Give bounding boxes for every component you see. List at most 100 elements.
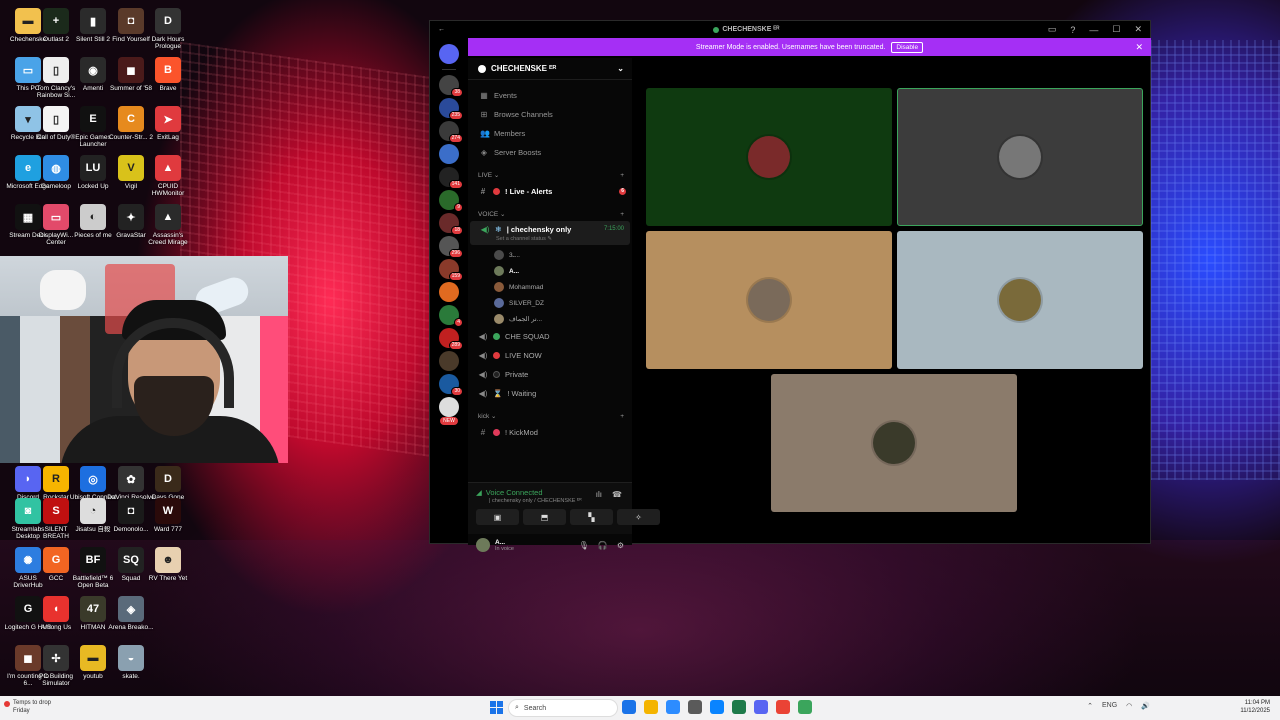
inbox-icon[interactable]: ▭ (1048, 24, 1057, 35)
headphones-icon[interactable]: 🎧 (598, 541, 608, 550)
camera-button[interactable]: ▣ (476, 509, 519, 525)
voice-member[interactable]: Mohammad (468, 279, 632, 295)
clock[interactable]: 11:04 PM 11/12/2025 (1240, 699, 1270, 715)
server-icon[interactable]: 30 (439, 374, 463, 396)
disconnect-icon[interactable]: ☎ (612, 490, 622, 499)
server-icon[interactable] (439, 282, 459, 302)
soundboard-button[interactable]: ✧ (617, 509, 660, 525)
menu-server-boosts[interactable]: ◈ Server Boosts (468, 143, 632, 162)
server-icon[interactable]: 289 (439, 328, 463, 350)
disable-streamer-mode-button[interactable]: Disable (891, 41, 924, 53)
participant-avatar (748, 136, 790, 178)
server-icon[interactable]: 38 (439, 75, 463, 97)
category-kick[interactable]: kick ⌄ + (468, 409, 632, 423)
menu-browse-channels[interactable]: ⊞ Browse Channels (468, 105, 632, 124)
server-icon[interactable]: 18 (439, 213, 463, 235)
desktop-icon[interactable]: W Ward 777 (144, 494, 192, 542)
close-button[interactable]: ✕ (1134, 24, 1142, 35)
voice-member[interactable]: ـ3... (468, 247, 632, 263)
server-icon[interactable] (439, 351, 459, 371)
taskbar-app-icon[interactable] (754, 700, 768, 714)
minimize-button[interactable]: — (1089, 25, 1098, 35)
voice-channel[interactable]: ◀) ⌛ ! Waiting (468, 384, 632, 403)
desktop-icon[interactable]: ☻ RV There Yet (144, 543, 192, 591)
start-button[interactable] (490, 701, 503, 714)
add-channel-icon[interactable]: + (620, 172, 624, 179)
channel-live-alerts[interactable]: # ! Live - Alerts 6 (468, 182, 632, 201)
app-icon: ◖ (43, 596, 69, 622)
voice-connected-channel[interactable]: | chechensky only / CHECHENSKE ᴱᴿ (489, 498, 582, 504)
voice-channel-chechensky-only[interactable]: ◀) ❄ | chechensky only 7:15:00 Set a cha… (470, 221, 630, 245)
add-channel-icon[interactable]: + (620, 211, 624, 218)
voice-member[interactable]: A... (468, 263, 632, 279)
activities-button[interactable]: ▚ (570, 509, 613, 525)
speaker-icon: ◀) (478, 389, 488, 398)
category-live[interactable]: LIVE ⌄ + (468, 168, 632, 182)
weather-widget[interactable]: Temps to drop Friday (4, 699, 51, 715)
noise-suppression-icon[interactable]: ılı (596, 490, 602, 499)
desktop-icon[interactable]: ▲ Assassin's Creed Mirage (144, 200, 192, 248)
add-channel-icon[interactable]: + (620, 413, 624, 420)
server-icon[interactable]: 141 (439, 167, 463, 189)
menu-members[interactable]: 👥 Members (468, 124, 632, 143)
chevron-up-icon[interactable]: ⌃ (1087, 702, 1093, 710)
channel-kickmod[interactable]: # ! KickMod (468, 423, 632, 442)
channel-status[interactable]: Set a channel status ✎ (496, 236, 552, 242)
desktop-icon-label: ExitLag (157, 134, 179, 141)
server-icon[interactable]: 296 (439, 236, 463, 258)
taskbar-app-icon[interactable] (798, 700, 812, 714)
desktop-icon[interactable]: ◈ Arena Breako... (107, 592, 155, 640)
taskbar-app-icon[interactable] (732, 700, 746, 714)
taskbar: Temps to drop Friday ⌕ Search ⌃ ENG ◠ 🔊 … (0, 696, 1280, 720)
desktop-icon[interactable]: ◒ skate. (107, 641, 155, 689)
video-tile-participant-5[interactable] (771, 374, 1017, 512)
desktop-icon[interactable]: D Dark Hours Prologue (144, 4, 192, 52)
volume-icon[interactable]: 🔊 (1141, 702, 1150, 710)
gear-icon[interactable]: ⚙ (617, 541, 624, 550)
help-icon[interactable]: ? (1070, 25, 1075, 35)
maximize-button[interactable]: ☐ (1112, 24, 1120, 35)
taskbar-app-icon[interactable] (776, 700, 790, 714)
server-icon[interactable]: 4 (439, 305, 463, 327)
taskbar-app-icon[interactable] (644, 700, 658, 714)
banner-close-icon[interactable]: ✕ (1135, 42, 1143, 53)
discord-home-icon[interactable] (439, 44, 459, 64)
desktop-icon[interactable]: ➤ ExitLag (144, 102, 192, 150)
server-icon[interactable] (439, 144, 459, 164)
voice-member[interactable]: نر الجماف... (468, 311, 632, 327)
server-icon[interactable] (439, 397, 459, 417)
voice-channel[interactable]: ◀) CHE SQUAD (468, 327, 632, 346)
chevron-down-icon[interactable]: ⌄ (617, 64, 624, 73)
avatar[interactable] (476, 538, 490, 552)
video-tile-participant-4[interactable] (897, 231, 1143, 369)
back-icon[interactable]: ← (438, 26, 445, 33)
taskbar-app-icon[interactable] (688, 700, 702, 714)
server-icon[interactable]: 159 (439, 259, 463, 281)
category-voice[interactable]: VOICE ⌄ + (468, 207, 632, 221)
taskbar-search[interactable]: ⌕ Search (508, 699, 618, 717)
voice-member[interactable]: SILVER_DZ (468, 295, 632, 311)
app-icon: ◒ (118, 645, 144, 671)
desktop-icon[interactable]: B Brave (144, 53, 192, 101)
voice-channel-label: LIVE NOW (505, 351, 542, 360)
wifi-icon[interactable]: ◠ (1126, 702, 1132, 710)
server-icon[interactable]: 9 (439, 190, 463, 212)
app-icon: ◘ (118, 8, 144, 34)
taskbar-app-icon[interactable] (666, 700, 680, 714)
server-icon[interactable]: 235 (439, 98, 463, 120)
menu-events[interactable]: ▦ Events (468, 86, 632, 105)
server-header[interactable]: CHECHENSKE ᴱᴿ ⌄ (468, 58, 632, 80)
video-tile-participant-2[interactable] (897, 88, 1143, 226)
video-tile-participant-1[interactable] (646, 88, 892, 226)
desktop-icon[interactable]: ▲ CPUID HWMonitor (144, 151, 192, 199)
taskbar-app-icon[interactable] (710, 700, 724, 714)
microphone-icon[interactable]: 🎙 (579, 541, 589, 550)
server-icon[interactable]: 274 (439, 121, 463, 143)
snowflake-icon: ❄ (495, 225, 502, 234)
screen-share-button[interactable]: ⬒ (523, 509, 566, 525)
language-indicator[interactable]: ENG (1102, 702, 1117, 710)
taskbar-app-icon[interactable] (622, 700, 636, 714)
video-tile-participant-3[interactable] (646, 231, 892, 369)
voice-channel[interactable]: ◀) LIVE NOW (468, 346, 632, 365)
voice-channel[interactable]: ◀) Private (468, 365, 632, 384)
